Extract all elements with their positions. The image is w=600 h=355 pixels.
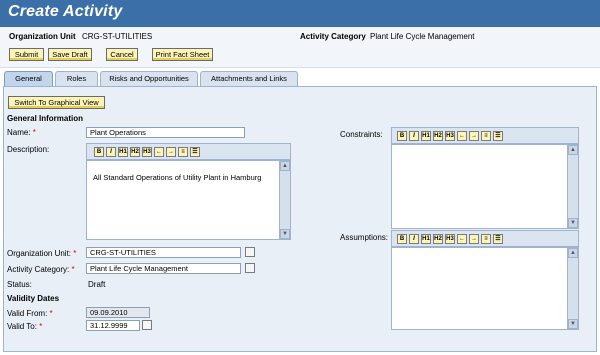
tab-general[interactable]: General bbox=[4, 71, 53, 86]
description-editor-toolbar: B I H1 H2 H3 ← → ≡ ☰ bbox=[86, 143, 291, 160]
required-marker: * bbox=[73, 249, 77, 258]
switch-graphical-view-button[interactable]: Switch To Graphical View bbox=[8, 96, 105, 109]
assumptions-label: Assumptions: bbox=[340, 233, 389, 242]
org-unit-label: Organization Unit: * bbox=[7, 249, 77, 258]
assumptions-editor-toolbar: B I H1 H2 H3 ← → ≡ ☰ bbox=[391, 230, 579, 247]
name-label: Name: * bbox=[7, 128, 36, 137]
assumptions-scrollbar[interactable]: ▲ ▼ bbox=[567, 248, 578, 329]
print-fact-sheet-button[interactable]: Print Fact Sheet bbox=[152, 48, 213, 61]
required-marker: * bbox=[71, 265, 75, 274]
heading2-icon[interactable]: H2 bbox=[433, 234, 443, 244]
validity-dates-heading: Validity Dates bbox=[7, 294, 60, 303]
italic-icon[interactable]: I bbox=[409, 234, 419, 244]
scroll-up-icon[interactable]: ▲ bbox=[568, 248, 578, 258]
bold-icon[interactable]: B bbox=[94, 147, 104, 157]
page-title: Create Activity bbox=[8, 3, 123, 20]
valid-to-input[interactable]: 31.12.9999 bbox=[86, 320, 140, 331]
scroll-up-icon[interactable]: ▲ bbox=[280, 161, 290, 171]
heading1-icon[interactable]: H1 bbox=[118, 147, 128, 157]
category-header-label: Activity Category bbox=[300, 32, 366, 41]
org-unit-header-value: CRG-ST-UTILITIES bbox=[82, 32, 153, 41]
activity-category-label: Activity Category: * bbox=[7, 265, 75, 274]
ordered-list-icon[interactable]: ≡ bbox=[178, 147, 188, 157]
outdent-icon[interactable]: ← bbox=[154, 147, 164, 157]
description-label: Description: bbox=[7, 145, 50, 154]
bold-icon[interactable]: B bbox=[397, 131, 407, 141]
description-textarea[interactable]: All Standard Operations of Utility Plant… bbox=[86, 160, 291, 240]
constraints-label: Constraints: bbox=[340, 130, 383, 139]
constraints-scrollbar[interactable]: ▲ ▼ bbox=[567, 145, 578, 228]
italic-icon[interactable]: I bbox=[409, 131, 419, 141]
heading1-icon[interactable]: H1 bbox=[421, 131, 431, 141]
unordered-list-icon[interactable]: ☰ bbox=[493, 234, 503, 244]
outdent-icon[interactable]: ← bbox=[457, 234, 467, 244]
ordered-list-icon[interactable]: ≡ bbox=[481, 131, 491, 141]
calendar-icon[interactable] bbox=[142, 320, 152, 330]
unordered-list-icon[interactable]: ☰ bbox=[190, 147, 200, 157]
save-draft-button[interactable]: Save Draft bbox=[48, 48, 92, 61]
cancel-button[interactable]: Cancel bbox=[106, 48, 138, 61]
constraints-textarea[interactable]: ▲ ▼ bbox=[391, 144, 579, 229]
heading3-icon[interactable]: H3 bbox=[445, 234, 455, 244]
general-information-heading: General Information bbox=[7, 114, 84, 123]
value-help-icon[interactable] bbox=[245, 263, 255, 273]
valid-to-label: Valid To: * bbox=[7, 322, 43, 331]
status-value: Draft bbox=[88, 280, 106, 289]
org-unit-header-label: Organization Unit bbox=[9, 32, 76, 41]
indent-icon[interactable]: → bbox=[469, 234, 479, 244]
heading1-icon[interactable]: H1 bbox=[421, 234, 431, 244]
submit-button[interactable]: Submit bbox=[9, 48, 44, 61]
category-header-value: Plant Life Cycle Management bbox=[370, 32, 475, 41]
tab-roles[interactable]: Roles bbox=[55, 71, 98, 86]
org-unit-input[interactable]: CRG-ST-UTILITIES bbox=[86, 247, 241, 258]
heading2-icon[interactable]: H2 bbox=[130, 147, 140, 157]
scroll-down-icon[interactable]: ▼ bbox=[568, 218, 578, 228]
required-marker: * bbox=[49, 309, 53, 318]
bold-icon[interactable]: B bbox=[397, 234, 407, 244]
value-help-icon[interactable] bbox=[245, 247, 255, 257]
required-marker: * bbox=[39, 322, 43, 331]
required-marker: * bbox=[32, 128, 36, 137]
heading2-icon[interactable]: H2 bbox=[433, 131, 443, 141]
tab-risks-and-opportunities[interactable]: Risks and Opportunities bbox=[100, 71, 198, 86]
scroll-down-icon[interactable]: ▼ bbox=[568, 319, 578, 329]
name-input[interactable]: Plant Operations bbox=[86, 127, 245, 138]
outdent-icon[interactable]: ← bbox=[457, 131, 467, 141]
heading3-icon[interactable]: H3 bbox=[142, 147, 152, 157]
ordered-list-icon[interactable]: ≡ bbox=[481, 234, 491, 244]
activity-category-input[interactable]: Plant Life Cycle Management bbox=[86, 263, 241, 274]
constraints-editor-toolbar: B I H1 H2 H3 ← → ≡ ☰ bbox=[391, 127, 579, 144]
scroll-up-icon[interactable]: ▲ bbox=[568, 145, 578, 155]
indent-icon[interactable]: → bbox=[166, 147, 176, 157]
valid-from-input: 09.09.2010 bbox=[86, 307, 150, 318]
valid-from-label: Valid From: * bbox=[7, 309, 53, 318]
heading3-icon[interactable]: H3 bbox=[445, 131, 455, 141]
italic-icon[interactable]: I bbox=[106, 147, 116, 157]
description-text: All Standard Operations of Utility Plant… bbox=[93, 173, 262, 182]
assumptions-textarea[interactable]: ▲ ▼ bbox=[391, 247, 579, 330]
unordered-list-icon[interactable]: ☰ bbox=[493, 131, 503, 141]
description-scrollbar[interactable]: ▲ ▼ bbox=[279, 161, 290, 239]
status-label: Status: bbox=[7, 280, 32, 289]
scroll-down-icon[interactable]: ▼ bbox=[280, 229, 290, 239]
indent-icon[interactable]: → bbox=[469, 131, 479, 141]
title-bar: Create Activity bbox=[0, 0, 600, 27]
tab-attachments-and-links[interactable]: Attachments and Links bbox=[200, 71, 298, 86]
